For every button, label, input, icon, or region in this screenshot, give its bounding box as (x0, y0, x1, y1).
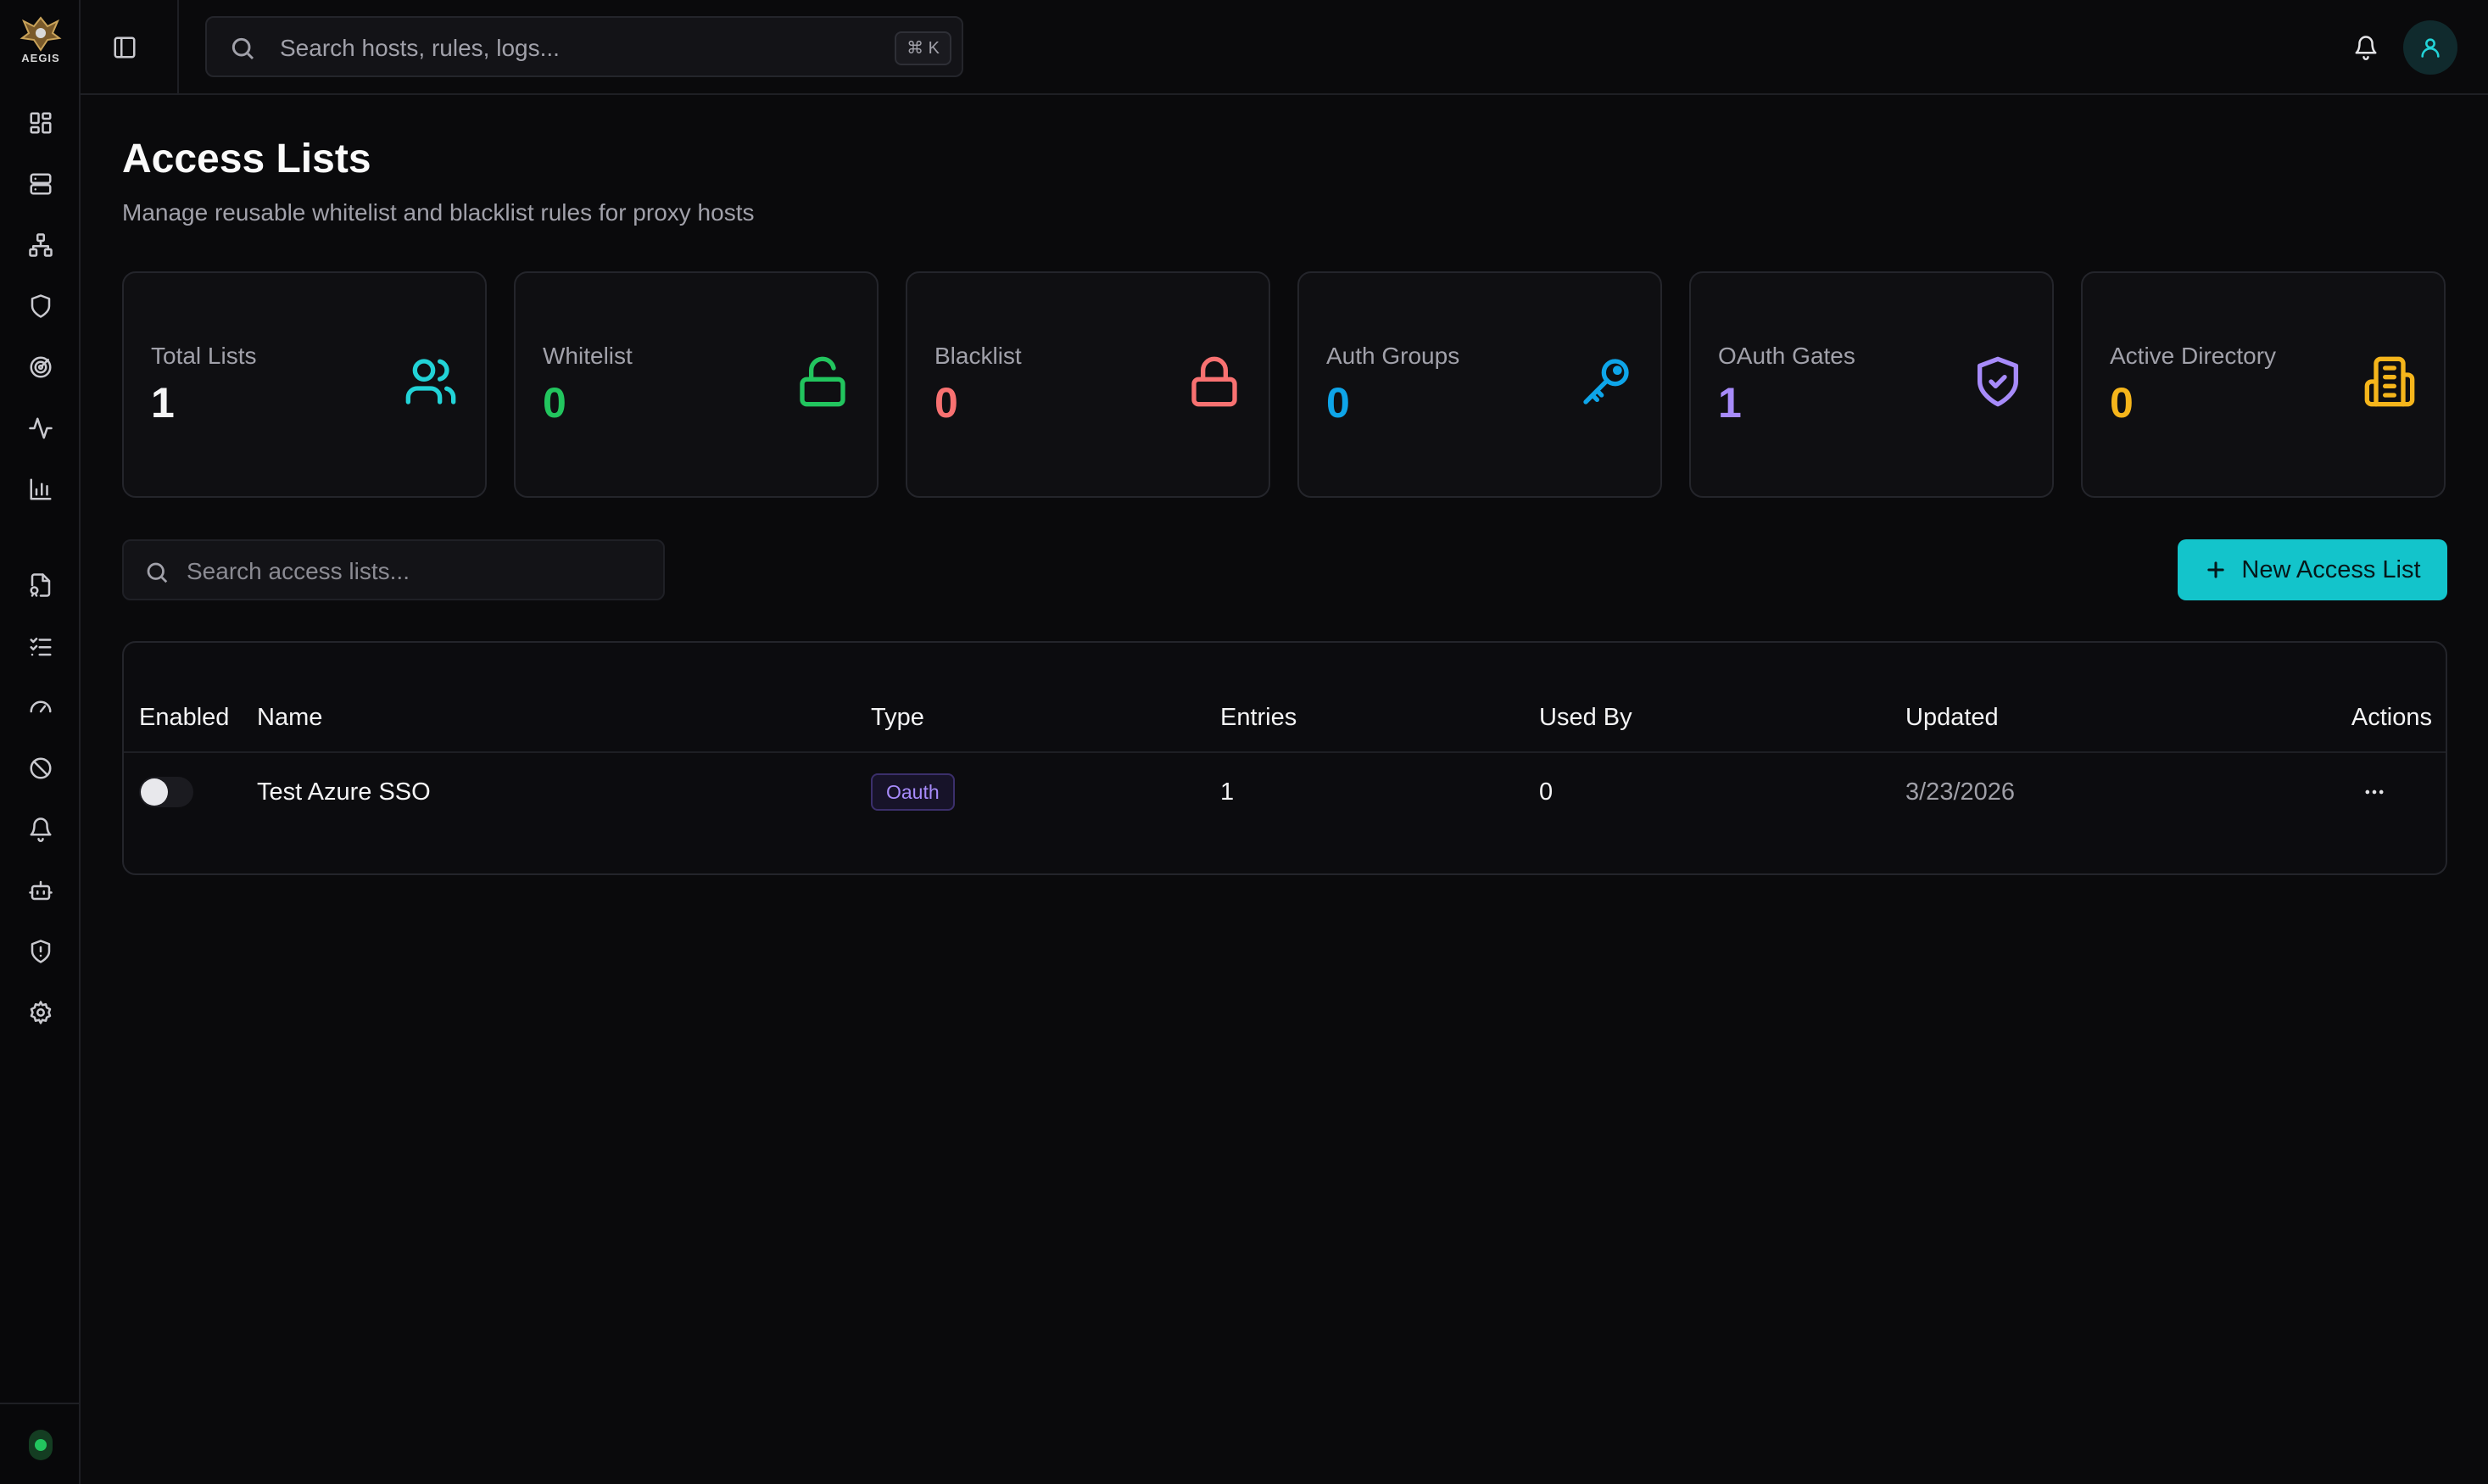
nav-gauge-icon[interactable] (25, 691, 57, 723)
lock-open-icon (795, 354, 850, 409)
nav-ban-icon[interactable] (25, 752, 57, 784)
stat-label: Whitelist (543, 343, 633, 369)
type-badge: Oauth (871, 773, 955, 811)
page-subtitle: Manage reusable whitelist and blacklist … (122, 199, 755, 226)
nav-target-icon[interactable] (25, 351, 57, 383)
stat-value: 0 (1326, 379, 1350, 427)
nav-bell-icon[interactable] (25, 813, 57, 845)
row-entries: 1 (1220, 778, 1235, 806)
nav-settings-icon[interactable] (25, 996, 57, 1029)
stat-value: 0 (934, 379, 958, 427)
nav-bar-chart-icon[interactable] (25, 473, 57, 505)
table-header-divider (124, 751, 2446, 753)
access-lists-table: Enabled Name Type Entries Used By Update… (122, 641, 2447, 875)
stat-label: Total Lists (151, 343, 257, 369)
search-shortcut-hint: ⌘ K (895, 31, 951, 65)
nav-dashboard-icon[interactable] (25, 107, 57, 139)
stat-card-oauth-gates: OAuth Gates 1 (1689, 271, 2054, 498)
column-header-used-by[interactable]: Used By (1539, 704, 1632, 732)
notifications-button[interactable] (2349, 31, 2383, 64)
column-header-type[interactable]: Type (871, 704, 924, 732)
nav-list-checks-icon[interactable] (25, 630, 57, 662)
users-icon (404, 354, 458, 409)
row-used-by: 0 (1539, 778, 1554, 806)
search-icon (229, 35, 256, 62)
user-icon (2421, 38, 2440, 58)
nav-file-cert-icon[interactable] (25, 569, 57, 601)
row-actions-button[interactable] (2357, 777, 2391, 807)
stat-card-whitelist: Whitelist 0 (514, 271, 879, 498)
new-access-list-button[interactable]: New Access List (2178, 539, 2447, 600)
sidebar-toggle-button[interactable] (108, 31, 142, 64)
column-header-updated[interactable]: Updated (1905, 704, 1999, 732)
stat-label: OAuth Gates (1718, 343, 1855, 369)
stat-value: 1 (151, 379, 175, 427)
plus-icon (2207, 561, 2225, 578)
panel-left-icon (114, 36, 136, 59)
nav-network-icon[interactable] (25, 229, 57, 261)
shield-check-icon (1971, 354, 2025, 409)
connection-status-indicator (29, 1430, 53, 1460)
stat-card-blacklist: Blacklist 0 (906, 271, 1270, 498)
stat-label: Blacklist (934, 343, 1022, 369)
bell-icon (2355, 36, 2377, 60)
column-header-entries[interactable]: Entries (1220, 704, 1297, 732)
logo-text: AEGIS (21, 51, 60, 64)
aegis-emblem-icon (20, 15, 62, 52)
global-search-placeholder: Search hosts, rules, logs... (280, 35, 560, 61)
row-updated: 3/23/2026 (1905, 778, 2016, 806)
stat-label: Active Directory (2110, 343, 2277, 369)
stat-label: Auth Groups (1326, 343, 1460, 369)
stat-value: 0 (543, 379, 566, 427)
enabled-toggle[interactable] (139, 777, 193, 807)
column-header-name[interactable]: Name (257, 704, 322, 732)
stat-card-active-directory: Active Directory 0 (2081, 271, 2446, 498)
column-header-actions: Actions (2351, 704, 2432, 731)
stat-value: 0 (2110, 379, 2134, 427)
nav-server-icon[interactable] (25, 168, 57, 200)
nav-activity-icon[interactable] (25, 412, 57, 444)
access-list-search-placeholder: Search access lists... (187, 558, 410, 584)
stat-card-auth-groups: Auth Groups 0 (1297, 271, 1662, 498)
user-avatar-button[interactable] (2403, 20, 2457, 75)
global-search-input[interactable]: Search hosts, rules, logs... ⌘ K (205, 16, 963, 77)
stat-card-total-lists: Total Lists 1 (122, 271, 487, 498)
stat-value: 1 (1718, 379, 1742, 427)
lock-icon (1187, 354, 1241, 409)
nav-shield-icon[interactable] (25, 290, 57, 322)
page-title: Access Lists (122, 137, 371, 181)
column-header-enabled[interactable]: Enabled (139, 704, 229, 732)
access-list-search-input[interactable]: Search access lists... (122, 539, 665, 600)
new-access-list-label: New Access List (2241, 555, 2421, 583)
search-icon (144, 560, 170, 585)
key-icon (1579, 354, 1633, 409)
header-divider (177, 0, 179, 95)
nav-shield-alert-icon[interactable] (25, 935, 57, 968)
nav-bot-icon[interactable] (25, 874, 57, 907)
row-name[interactable]: Test Azure SSO (257, 778, 431, 806)
more-horizontal-icon (2365, 789, 2384, 795)
building-icon (2362, 354, 2417, 409)
top-header: Search hosts, rules, logs... ⌘ K (81, 0, 2488, 95)
sidebar: AEGIS (0, 0, 81, 1484)
sidebar-footer (0, 1403, 81, 1484)
app-logo[interactable]: AEGIS (12, 8, 70, 70)
